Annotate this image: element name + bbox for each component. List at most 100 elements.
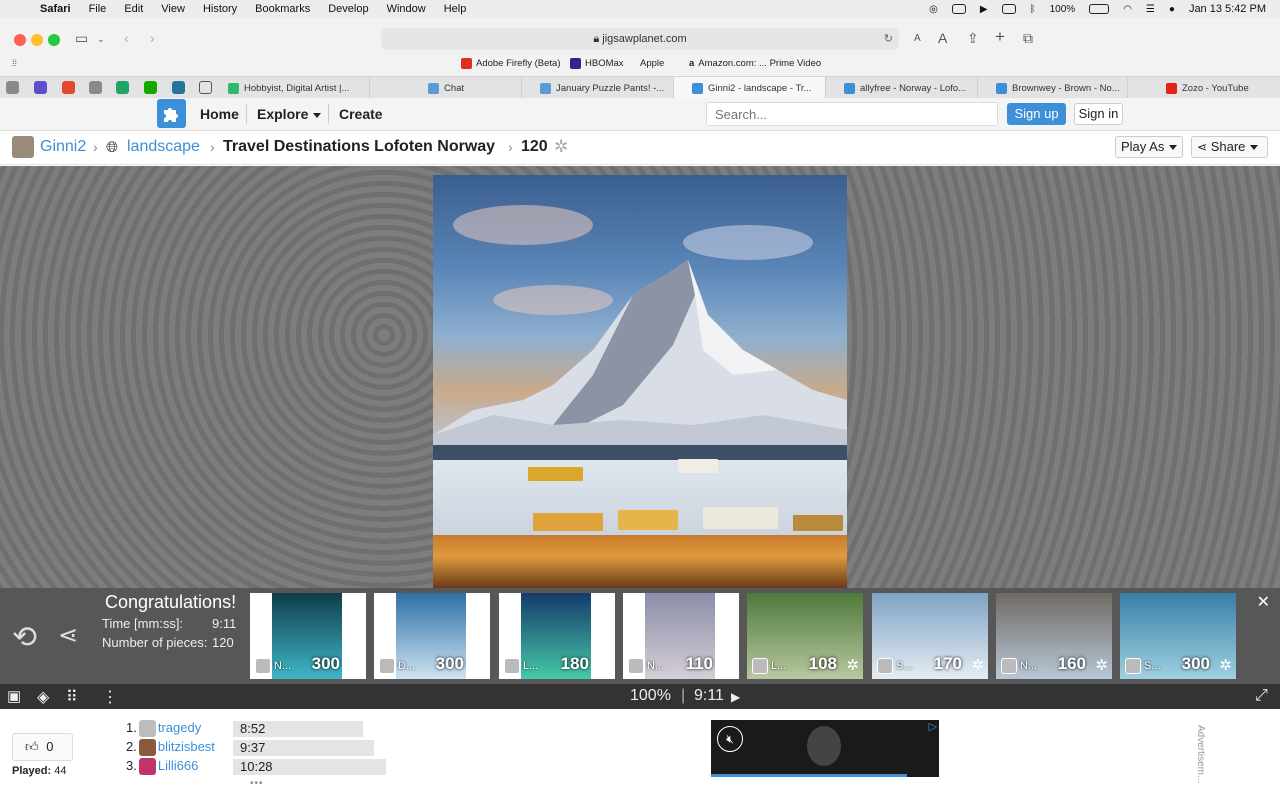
pinned-tab-1-icon[interactable] — [6, 81, 19, 94]
creative-cloud-icon[interactable]: ◎ — [929, 4, 938, 15]
screens-icon[interactable] — [1001, 4, 1016, 14]
suggested-puzzle-thumbnail[interactable]: D... 300 ✲ — [374, 593, 490, 679]
author-avatar[interactable] — [752, 658, 768, 674]
suggested-puzzle-thumbnail[interactable]: N... 110 ✲ — [623, 593, 739, 679]
tab-overview-icon[interactable]: ⧉ — [1023, 30, 1033, 47]
tab-allyfree[interactable]: allyfree - Norway - Lofo... — [826, 77, 978, 99]
favorite-hbomax[interactable]: HBOMax — [570, 58, 624, 69]
player-name[interactable]: tragedy — [158, 720, 201, 735]
player-avatar[interactable] — [138, 720, 156, 738]
suggested-puzzle-thumbnail[interactable]: N... 160 ✲ — [996, 593, 1112, 679]
pinned-tab-reader-icon[interactable] — [199, 81, 212, 94]
sidebar-menu-chevron-icon[interactable]: ⌄ — [97, 34, 105, 45]
battery-icon[interactable] — [1089, 4, 1110, 14]
author-avatar[interactable] — [877, 658, 893, 674]
author-avatar[interactable] — [255, 658, 271, 674]
nav-explore[interactable]: Explore — [257, 106, 322, 122]
restart-icon[interactable]: ⟲ — [12, 620, 37, 655]
play-as-dropdown[interactable]: Play As — [1115, 136, 1183, 158]
menu-help[interactable]: Help — [444, 3, 467, 15]
clock[interactable]: Jan 13 5:42 PM — [1189, 3, 1266, 15]
pinned-tab-3-icon[interactable] — [62, 81, 75, 94]
author-avatar[interactable] — [504, 658, 520, 674]
text-larger-icon[interactable]: A — [938, 30, 947, 46]
sign-in-button[interactable]: Sign in — [1074, 103, 1123, 125]
pinned-tab-2-icon[interactable] — [34, 81, 47, 94]
wifi-icon[interactable]: ◠ — [1123, 4, 1132, 15]
player-avatar[interactable] — [138, 739, 156, 757]
user-avatar[interactable] — [12, 136, 34, 158]
ghost-image-icon[interactable]: ◈ — [37, 687, 49, 707]
reload-icon[interactable]: ↻ — [884, 28, 893, 50]
menu-edit[interactable]: Edit — [124, 3, 143, 15]
menu-develop[interactable]: Develop — [328, 3, 368, 15]
tab-brownwey[interactable]: Brownwey - Brown - No... — [978, 77, 1128, 99]
author-avatar[interactable] — [628, 658, 644, 674]
suggested-puzzle-thumbnail[interactable]: S... 300 ✲ — [1120, 593, 1236, 679]
nav-home[interactable]: Home — [200, 106, 239, 122]
forward-icon[interactable]: › — [150, 30, 155, 46]
pinned-tab-sheets-icon[interactable] — [116, 81, 129, 94]
menu-file[interactable]: File — [89, 3, 107, 15]
breadcrumb-category[interactable]: landscape — [127, 138, 200, 156]
suggested-puzzle-thumbnail[interactable]: N... 300 ✲ — [250, 593, 366, 679]
new-tab-icon[interactable]: + — [995, 27, 1005, 47]
menu-bookmarks[interactable]: Bookmarks — [255, 3, 310, 15]
siri-icon[interactable]: ● — [1169, 4, 1175, 15]
favorite-apple[interactable]: Apple — [636, 58, 664, 69]
jigsawplanet-logo-icon[interactable] — [157, 99, 186, 128]
preview-image-icon[interactable]: ▣ — [7, 687, 21, 705]
menu-safari[interactable]: Safari — [40, 3, 71, 15]
close-icon[interactable]: ✕ — [1257, 592, 1270, 612]
adchoices-icon[interactable]: ▷ — [929, 720, 937, 733]
more-options-icon[interactable]: ⋮ — [102, 687, 118, 707]
breadcrumb-user[interactable]: Ginni2 — [40, 138, 86, 156]
bluetooth-icon[interactable]: ᛒ — [1030, 4, 1036, 15]
arrange-pieces-icon[interactable]: ⠿ — [66, 687, 78, 707]
author-avatar[interactable] — [1001, 658, 1017, 674]
author-avatar[interactable] — [379, 658, 395, 674]
address-bar[interactable]: 🔒︎ jigsawplanet.com ↻ — [381, 28, 899, 50]
suggested-puzzle-thumbnail[interactable]: S... 170 ✲ — [872, 593, 988, 679]
tab-chat[interactable]: Chat — [370, 77, 522, 99]
sidebar-icon[interactable]: ▭ — [75, 30, 88, 47]
play-icon[interactable]: ▶ — [980, 4, 988, 15]
display-icon[interactable] — [951, 4, 966, 14]
advertisement[interactable]: 🔇︎ ▷ — [711, 720, 939, 777]
like-button[interactable]: 👍︎ 0 — [12, 733, 73, 761]
favorite-amazon[interactable]: a Amazon.com: ... Prime Video — [689, 58, 821, 69]
share-dropdown[interactable]: ⋖ Share — [1191, 136, 1268, 158]
more-results-icon[interactable]: ••• — [250, 778, 264, 789]
puzzle-play-area[interactable] — [0, 166, 1280, 588]
pinned-tab-wikipedia-icon[interactable] — [89, 81, 102, 94]
minimize-window-button[interactable] — [31, 34, 43, 46]
player-name[interactable]: Lilli666 — [158, 758, 198, 773]
author-avatar[interactable] — [1125, 658, 1141, 674]
favorite-adobe-firefly[interactable]: Adobe Firefly (Beta) — [461, 58, 560, 69]
share-icon[interactable]: ⇪ — [967, 30, 979, 47]
play-icon[interactable]: ▶ — [731, 690, 740, 704]
menu-view[interactable]: View — [161, 3, 185, 15]
back-icon[interactable]: ‹ — [124, 30, 129, 46]
player-name[interactable]: blitzisbest — [158, 739, 215, 754]
text-smaller-icon[interactable]: A — [914, 33, 921, 44]
suggested-puzzle-thumbnail[interactable]: L... 180 ✲ — [499, 593, 615, 679]
tab-ginni2-active[interactable]: Ginni2 - landscape - Tr... — [674, 77, 826, 99]
mute-icon[interactable]: 🔇︎ — [717, 726, 743, 752]
search-input[interactable] — [706, 102, 998, 126]
pinned-tab-wordpress-icon[interactable] — [172, 81, 185, 94]
fullscreen-icon[interactable]: ⤢ — [1255, 687, 1268, 705]
zoom-window-button[interactable] — [48, 34, 60, 46]
nav-create[interactable]: Create — [339, 106, 383, 122]
menu-history[interactable]: History — [203, 3, 237, 15]
tab-hobbyist[interactable]: Hobbyist, Digital Artist |... — [220, 77, 370, 99]
menu-window[interactable]: Window — [387, 3, 426, 15]
player-avatar[interactable] — [138, 758, 156, 776]
tab-zozo-youtube[interactable]: Zozo - YouTube — [1128, 77, 1280, 99]
control-center-icon[interactable]: ☰ — [1146, 4, 1155, 15]
tab-january-puzzle[interactable]: January Puzzle Pants! -... — [522, 77, 674, 99]
close-window-button[interactable] — [14, 34, 26, 46]
sign-up-button[interactable]: Sign up — [1007, 103, 1066, 125]
suggested-puzzle-thumbnail[interactable]: L... 108 ✲ — [747, 593, 863, 679]
grid-icon[interactable]: ⁞⁞ — [12, 58, 17, 68]
